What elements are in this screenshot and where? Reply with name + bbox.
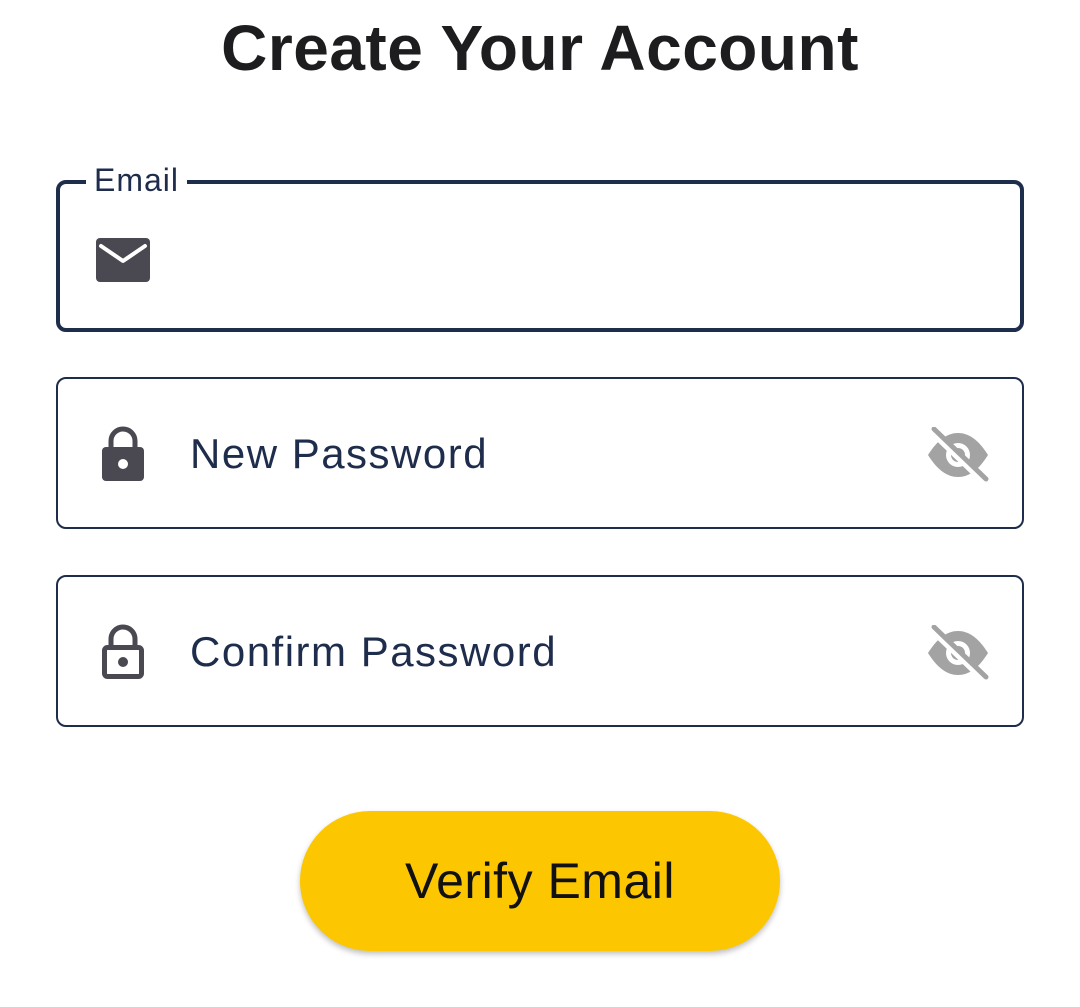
eye-off-icon[interactable] bbox=[926, 625, 990, 681]
verify-email-button[interactable]: Verify Email bbox=[300, 811, 780, 951]
page-title: Create Your Account bbox=[221, 12, 859, 84]
mail-icon bbox=[96, 238, 150, 282]
confirm-password-placeholder: Confirm Password bbox=[190, 628, 558, 675]
create-account-screen: Create Your Account Email New Password C… bbox=[0, 0, 1080, 1007]
new-password-placeholder: New Password bbox=[190, 430, 489, 477]
eye-off-icon[interactable] bbox=[926, 427, 990, 483]
lock-outline-icon bbox=[102, 624, 144, 679]
email-field-label: Email bbox=[86, 162, 188, 198]
email-field[interactable]: Email bbox=[56, 162, 1024, 332]
confirm-password-field[interactable]: Confirm Password bbox=[56, 575, 1024, 727]
lock-filled-icon bbox=[102, 426, 144, 481]
new-password-field[interactable]: New Password bbox=[56, 377, 1024, 529]
